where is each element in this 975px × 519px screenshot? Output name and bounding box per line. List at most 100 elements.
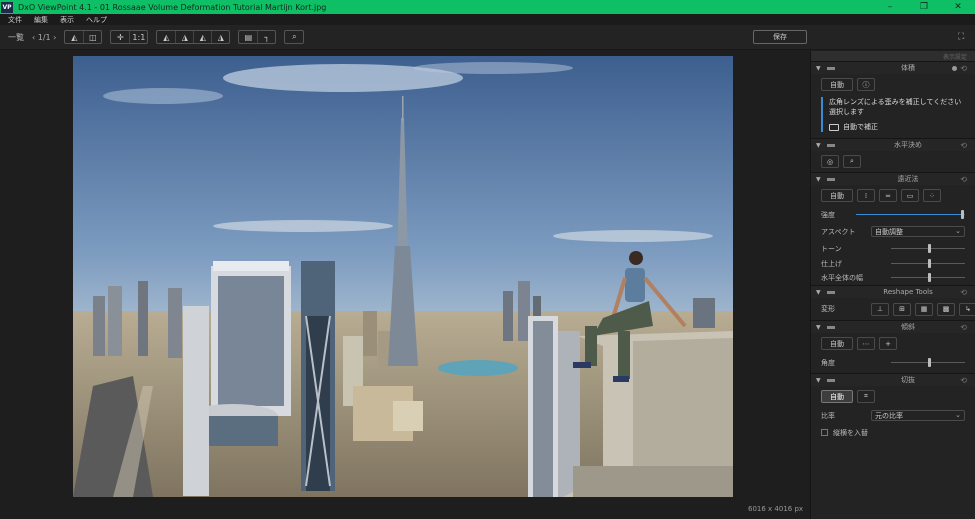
swap-checkbox[interactable] bbox=[821, 429, 828, 436]
slider-knob[interactable] bbox=[928, 358, 931, 367]
slider-label: 仕上げ bbox=[821, 259, 842, 268]
perspective-auto-button[interactable]: 自動 bbox=[821, 189, 853, 202]
slider-knob[interactable] bbox=[928, 273, 931, 282]
single-view-icon[interactable]: ◭ bbox=[65, 31, 83, 43]
collapse-arrow-icon[interactable]: ▼ bbox=[816, 377, 821, 384]
reshape-corner-icon[interactable]: ↳ bbox=[959, 302, 975, 316]
loupe-group: ⌕ bbox=[284, 30, 305, 44]
select-label: アスペクト bbox=[821, 227, 856, 236]
horizon-section-header[interactable]: ▼ 水平決め ⟲ bbox=[811, 139, 975, 151]
crop-section: ▼ 切抜 ⟲ 自動 ⌗ 比率 元の比率 ⌄ 縦横を入替 bbox=[811, 373, 975, 441]
image-canvas: 6016 x 4016 px bbox=[0, 51, 808, 519]
reshape-fill-icon[interactable]: ▩ bbox=[937, 302, 955, 316]
collapse-arrow-icon[interactable]: ▼ bbox=[816, 65, 821, 72]
section-title: 水平決め bbox=[894, 141, 922, 149]
horizon-tool-icon[interactable]: ◎ bbox=[821, 155, 839, 168]
menu-view[interactable]: 表示 bbox=[60, 15, 74, 25]
toggle-icon[interactable] bbox=[826, 177, 835, 181]
reshape-grid-icon[interactable]: ⊞ bbox=[893, 302, 911, 316]
select-value: 元の比率 bbox=[875, 412, 903, 420]
reshape-cells-icon[interactable]: ▦ bbox=[915, 302, 933, 316]
split-view-icon[interactable]: ◫ bbox=[83, 31, 101, 43]
move-icon[interactable]: ✛ bbox=[111, 31, 129, 43]
minimize-button[interactable]: – bbox=[873, 0, 907, 14]
maximize-button[interactable]: ❐ bbox=[907, 0, 941, 14]
crop-section-header[interactable]: ▼ 切抜 ⟲ bbox=[811, 374, 975, 386]
tilt-dots-icon[interactable]: ⋯ bbox=[857, 337, 875, 350]
guides-icon[interactable]: ┐ bbox=[257, 31, 275, 43]
zoom-100-button[interactable]: 1:1 bbox=[129, 31, 147, 43]
toggle-icon[interactable] bbox=[826, 378, 835, 382]
slider-label: 角度 bbox=[821, 358, 835, 367]
tilt-auto-button[interactable]: 自動 bbox=[821, 337, 853, 350]
slider-knob[interactable] bbox=[928, 259, 931, 268]
finish-slider[interactable] bbox=[891, 259, 965, 268]
app-logo: VP bbox=[1, 1, 13, 13]
reshape-row: 変形 ⊥ ⊞ ▦ ▩ ↳ bbox=[811, 298, 975, 320]
overlay-group: ▤ ┐ bbox=[238, 30, 277, 44]
collapse-arrow-icon[interactable]: ▼ bbox=[816, 324, 821, 331]
correction-panel: 表示設定 ▼ 体積 ⟲ 自動 ⓘ 広角レンズによる歪みを補正してください 選択し… bbox=[810, 51, 975, 519]
perspective-section-header[interactable]: ▼ 遠近法 ⟲ bbox=[811, 173, 975, 185]
crop-auto-button[interactable]: 自動 bbox=[821, 390, 853, 403]
rotate-right-icon[interactable]: ◮ bbox=[211, 31, 229, 43]
tilt-plus-icon[interactable]: + bbox=[879, 337, 897, 350]
close-button[interactable]: ✕ bbox=[941, 0, 975, 14]
grid-icon[interactable]: ▤ bbox=[239, 31, 257, 43]
auto-correct-link[interactable]: 自動で補正 bbox=[843, 122, 878, 132]
width-slider[interactable] bbox=[891, 273, 965, 282]
toggle-icon[interactable] bbox=[826, 325, 835, 329]
intensity-slider[interactable] bbox=[856, 210, 965, 219]
volume-section: ▼ 体積 ⟲ 自動 ⓘ 広角レンズによる歪みを補正してください 選択します 自動… bbox=[811, 61, 975, 138]
flip-left-icon[interactable]: ◭ bbox=[157, 31, 175, 43]
photo-preview[interactable] bbox=[73, 56, 733, 497]
tilt-section-header[interactable]: ▼ 傾斜 ⟲ bbox=[811, 321, 975, 333]
collapse-arrow-icon[interactable]: ▼ bbox=[816, 176, 821, 183]
tone-slider[interactable] bbox=[891, 244, 965, 253]
eight-point-icon[interactable]: ⁘ bbox=[923, 189, 941, 202]
slider-label: トーン bbox=[821, 244, 842, 253]
toggle-icon[interactable] bbox=[826, 290, 835, 294]
image-navigator[interactable]: ‹ 1/1 › bbox=[32, 33, 56, 42]
collapse-arrow-icon[interactable]: ▼ bbox=[816, 289, 821, 296]
reshape-section: ▼ Reshape Tools ⟲ 変形 ⊥ ⊞ ▦ ▩ ↳ bbox=[811, 285, 975, 320]
reset-icon[interactable]: ⟲ bbox=[960, 175, 967, 184]
reset-icon[interactable]: ⟲ bbox=[960, 376, 967, 385]
menu-edit[interactable]: 編集 bbox=[34, 15, 48, 25]
reset-icon[interactable]: ⟲ bbox=[960, 141, 967, 150]
slider-knob[interactable] bbox=[928, 244, 931, 253]
select-label: 比率 bbox=[821, 411, 835, 420]
ratio-select[interactable]: 元の比率 ⌄ bbox=[871, 410, 965, 421]
reshape-section-header[interactable]: ▼ Reshape Tools ⟲ bbox=[811, 286, 975, 298]
slider-knob[interactable] bbox=[960, 210, 964, 219]
menu-file[interactable]: 文件 bbox=[8, 15, 22, 25]
horizon-search-icon[interactable]: ⌕ bbox=[843, 155, 861, 168]
reshape-left-icon[interactable]: ⊥ bbox=[871, 302, 889, 316]
rectangle-icon[interactable]: ▭ bbox=[901, 189, 919, 202]
aspect-select[interactable]: 自動調整 ⌄ bbox=[871, 226, 965, 237]
menu-help[interactable]: ヘルプ bbox=[86, 15, 107, 25]
chevron-down-icon: ⌄ bbox=[955, 411, 961, 419]
volume-auto-button[interactable]: 自動 bbox=[821, 78, 853, 91]
swap-checkbox-row[interactable]: 縦横を入替 bbox=[811, 424, 975, 441]
fullscreen-icon[interactable]: ⛶ bbox=[958, 32, 964, 42]
horizontal-lines-icon[interactable]: ═ bbox=[879, 189, 897, 202]
toggle-icon[interactable] bbox=[826, 66, 835, 70]
volume-section-header[interactable]: ▼ 体積 ⟲ bbox=[811, 62, 975, 74]
save-button[interactable]: 保存 bbox=[753, 30, 807, 44]
reset-icon[interactable]: ⟲ bbox=[960, 323, 967, 332]
angle-slider[interactable] bbox=[891, 358, 965, 367]
vertical-lines-icon[interactable]: ⁞ bbox=[857, 189, 875, 202]
info-icon[interactable]: ⓘ bbox=[857, 78, 875, 91]
crop-ratio-row: 比率 元の比率 ⌄ bbox=[811, 407, 975, 424]
reset-icon[interactable]: ⟲ bbox=[960, 288, 967, 297]
collapse-arrow-icon[interactable]: ▼ bbox=[816, 142, 821, 149]
loupe-icon[interactable]: ⌕ bbox=[285, 31, 303, 43]
flip-right-icon[interactable]: ◮ bbox=[175, 31, 193, 43]
toggle-icon[interactable] bbox=[826, 143, 835, 147]
panel-top-label[interactable]: 表示設定 bbox=[943, 52, 967, 61]
crop-icon[interactable]: ⌗ bbox=[857, 390, 875, 403]
reset-icon[interactable]: ⟲ bbox=[960, 64, 967, 73]
view-mode-label[interactable]: 一覧 bbox=[8, 32, 24, 43]
rotate-left-icon[interactable]: ◭ bbox=[193, 31, 211, 43]
